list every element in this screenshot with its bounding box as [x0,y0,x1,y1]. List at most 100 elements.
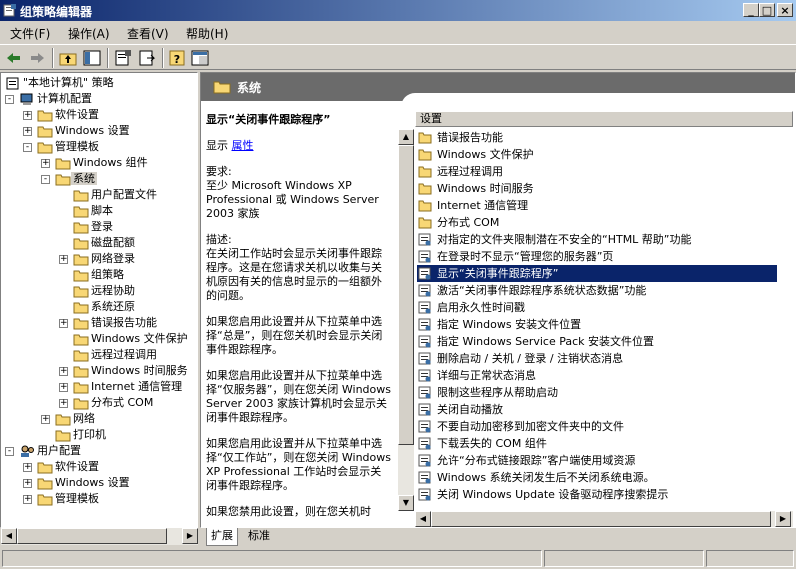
list-item-setting[interactable]: 在登录时不显示“管理您的服务器”页 [417,248,777,265]
tree-node[interactable]: 管理模板 [37,491,101,507]
column-header-setting[interactable]: 设置 [415,111,793,127]
list-horizontal-scrollbar[interactable]: ◀ ▶ [415,511,793,527]
expand-toggle[interactable]: + [41,159,50,168]
back-arrow-icon[interactable] [4,48,24,68]
list-item-setting[interactable]: Windows 系统关闭发生后不关闭系统电源。 [417,469,777,486]
up-folder-icon[interactable] [58,48,78,68]
scroll-thumb[interactable] [398,145,414,445]
list-item-setting[interactable]: 关闭 Windows Update 设备驱动程序搜索提示 [417,486,777,503]
list-item-folder[interactable]: 错误报告功能 [417,129,777,146]
menu-help[interactable]: 帮助(H) [186,25,228,42]
tree-node[interactable]: Windows 文件保护 [73,331,190,347]
tab-extended[interactable]: 扩展 [206,528,238,546]
scroll-up-button[interactable]: ▲ [398,129,414,145]
expand-toggle[interactable]: + [23,479,32,488]
list-item-folder[interactable]: Internet 通信管理 [417,197,777,214]
list-item-setting[interactable]: 指定 Windows Service Pack 安装文件位置 [417,333,777,350]
show-hide-tree-icon[interactable] [82,48,102,68]
tree-node[interactable]: 计算机配置 [19,91,94,107]
tree-node[interactable]: 系统还原 [73,299,137,315]
close-button[interactable]: × [777,3,793,17]
tree-node[interactable]: 脚本 [73,203,115,219]
list-item-folder[interactable]: Windows 时间服务 [417,180,777,197]
list-item-setting[interactable]: 不要自动加密移到加密文件夹中的文件 [417,418,777,435]
list-item-setting[interactable]: 激活“关闭事件跟踪程序系统状态数据”功能 [417,282,777,299]
tree-node[interactable]: 远程协助 [73,283,137,299]
tree-node[interactable]: 组策略 [73,267,126,283]
list-item-setting[interactable]: 允许“分布式链接跟踪”客户端使用域资源 [417,452,777,469]
forward-arrow-icon[interactable] [27,48,47,68]
tree-node-label: 软件设置 [55,460,99,473]
list-left-scrollbar[interactable]: ▲ ▼ [398,129,414,511]
tree-pane[interactable]: "本地计算机" 策略 - 计算机配置 + 软件设置 + Windows 设置 - 管理模板 + Wi… [0,72,198,528]
menu-file[interactable]: 文件(F) [10,25,50,42]
tab-standard[interactable]: 标准 [244,528,274,545]
tree-node[interactable]: 打印机 [55,427,108,443]
tree-node[interactable]: 登录 [73,219,115,235]
minimize-button[interactable]: _ [743,3,759,17]
tree-node[interactable]: 用户配置 [19,443,83,459]
tree-node[interactable]: 用户配置文件 [73,187,159,203]
scroll-right-button[interactable]: ▶ [775,511,791,527]
collapse-toggle[interactable]: - [23,143,32,152]
tree-node[interactable]: 管理模板 [37,139,101,155]
expand-toggle[interactable]: + [59,319,68,328]
tree-node[interactable]: 软件设置 [37,459,101,475]
tree-node[interactable]: "本地计算机" 策略 [5,75,116,91]
tree-node[interactable]: 分布式 COM [73,395,155,411]
expand-toggle[interactable]: + [59,399,68,408]
properties-link[interactable]: 属性 [232,139,254,152]
expand-toggle[interactable]: + [59,367,68,376]
tree-node[interactable]: 错误报告功能 [73,315,159,331]
expand-toggle[interactable]: + [59,255,68,264]
help-icon[interactable]: ? [167,48,187,68]
list-item-setting[interactable]: 关闭自动播放 [417,401,777,418]
tree-horizontal-scrollbar[interactable]: ◀ ▶ [1,528,198,545]
collapse-toggle[interactable]: - [5,447,14,456]
export-list-icon[interactable] [137,48,157,68]
tree-node[interactable]: Internet 通信管理 [73,379,184,395]
expand-toggle[interactable]: + [59,383,68,392]
scroll-left-button[interactable]: ◀ [415,511,431,527]
list-item-setting[interactable]: 限制这些程序从帮助启动 [417,384,777,401]
list-item-setting[interactable]: 启用永久性时间戳 [417,299,777,316]
show-pane-icon[interactable] [190,48,210,68]
scroll-down-button[interactable]: ▼ [398,495,414,511]
scroll-thumb[interactable] [17,528,167,544]
tree-node[interactable]: 远程过程调用 [73,347,159,363]
list-item-folder[interactable]: Windows 文件保护 [417,146,777,163]
scroll-thumb[interactable] [431,511,771,527]
collapse-toggle[interactable]: - [5,95,14,104]
tree-node[interactable]: 软件设置 [37,107,101,123]
expand-toggle[interactable]: + [23,495,32,504]
scroll-right-button[interactable]: ▶ [182,528,198,544]
expand-toggle[interactable]: + [23,111,32,120]
list-item-folder[interactable]: 远程过程调用 [417,163,777,180]
maximize-button[interactable]: □ [759,3,775,17]
expand-toggle[interactable]: + [41,415,50,424]
tree-node[interactable]: Windows 时间服务 [73,363,190,379]
title-bar[interactable]: 组策略编辑器 _ □ × [0,0,796,21]
list-item-setting[interactable]: 删除启动 / 关机 / 登录 / 注销状态消息 [417,350,777,367]
tree-node[interactable]: Windows 设置 [37,123,132,139]
list-item-setting[interactable]: 详细与正常状态消息 [417,367,777,384]
list-item-setting[interactable]: 显示“关闭事件跟踪程序” [417,265,777,282]
menu-view[interactable]: 查看(V) [127,25,169,42]
folder-icon [418,132,432,144]
tree-node[interactable]: 系统 [55,171,97,187]
tree-node[interactable]: Windows 设置 [37,475,132,491]
scroll-left-button[interactable]: ◀ [1,528,17,544]
collapse-toggle[interactable]: - [41,175,50,184]
menu-action[interactable]: 操作(A) [68,25,110,42]
tree-node[interactable]: Windows 组件 [55,155,150,171]
properties-icon[interactable] [113,48,133,68]
list-item-setting[interactable]: 指定 Windows 安装文件位置 [417,316,777,333]
tree-node[interactable]: 网络 [55,411,97,427]
tree-node[interactable]: 磁盘配额 [73,235,137,251]
tree-node[interactable]: 网络登录 [73,251,137,267]
list-item-setting[interactable]: 对指定的文件夹限制潜在不安全的“HTML 帮助”功能 [417,231,777,248]
list-item-setting[interactable]: 下载丢失的 COM 组件 [417,435,777,452]
expand-toggle[interactable]: + [23,127,32,136]
expand-toggle[interactable]: + [23,463,32,472]
list-item-folder[interactable]: 分布式 COM [417,214,777,231]
